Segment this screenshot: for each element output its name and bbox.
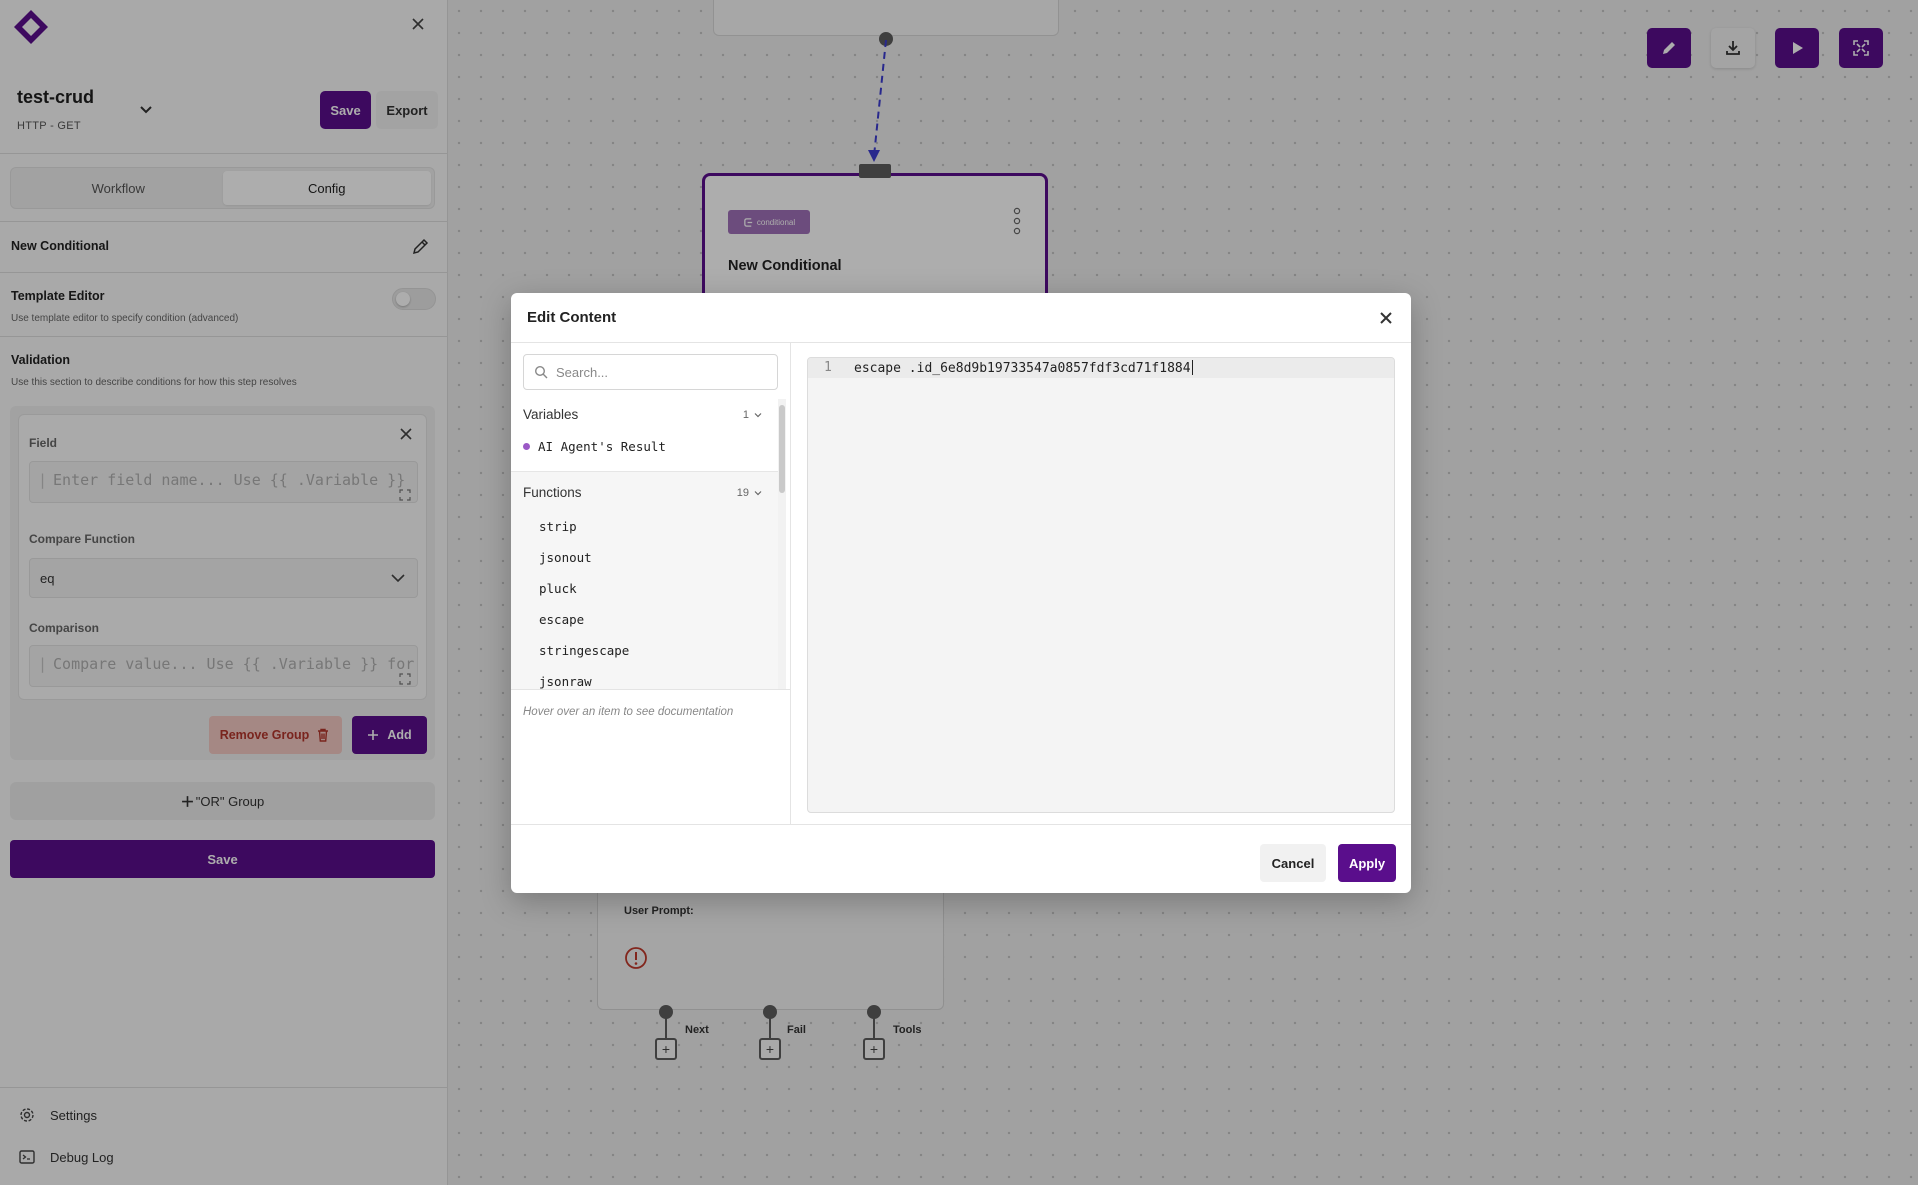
variable-dot-icon [523,443,530,450]
chevron-down-icon [754,412,762,417]
cancel-button[interactable]: Cancel [1260,844,1326,882]
list-scrollbar-thumb[interactable] [779,405,785,493]
function-item[interactable]: stringescape [539,643,629,658]
text-caret [1191,360,1193,375]
close-modal-icon[interactable] [1375,307,1397,329]
variable-item[interactable]: AI Agent's Result [523,439,666,454]
function-item[interactable]: escape [539,612,584,627]
documentation-hint: Hover over an item to see documentation [523,706,734,718]
divider [790,342,791,824]
divider [511,342,1411,343]
search-icon [534,365,548,379]
variables-count: 1 [742,408,749,421]
code-text: escape .id_6e8d9b19733547a0857fdf3cd71f1… [854,361,1191,376]
function-item[interactable]: pluck [539,581,577,596]
modal-title: Edit Content [527,309,617,326]
divider [511,824,1411,825]
edit-content-modal: Edit Content Search... Variables 1 AI Ag… [511,293,1411,893]
functions-label: Functions [523,485,582,500]
variable-item-label: AI Agent's Result [538,439,666,454]
line-number: 1 [824,360,832,375]
apply-button[interactable]: Apply [1338,844,1396,882]
function-item[interactable]: jsonraw [539,674,592,689]
code-editor[interactable]: 1 escape .id_6e8d9b19733547a0857fdf3cd71… [807,357,1395,813]
variables-functions-list[interactable]: Variables 1 AI Agent's Result Functions … [511,399,781,689]
function-item[interactable]: jsonout [539,550,592,565]
chevron-down-icon [754,490,762,495]
function-item[interactable]: strip [539,519,577,534]
functions-count: 19 [736,486,749,499]
search-placeholder: Search... [556,364,609,380]
code-line[interactable]: escape .id_6e8d9b19733547a0857fdf3cd71f1… [854,360,1193,376]
variables-label: Variables [523,407,579,422]
search-input[interactable]: Search... [523,354,778,390]
divider [511,689,790,690]
functions-header[interactable]: Functions 19 [523,485,763,500]
variables-header[interactable]: Variables 1 [523,407,763,422]
